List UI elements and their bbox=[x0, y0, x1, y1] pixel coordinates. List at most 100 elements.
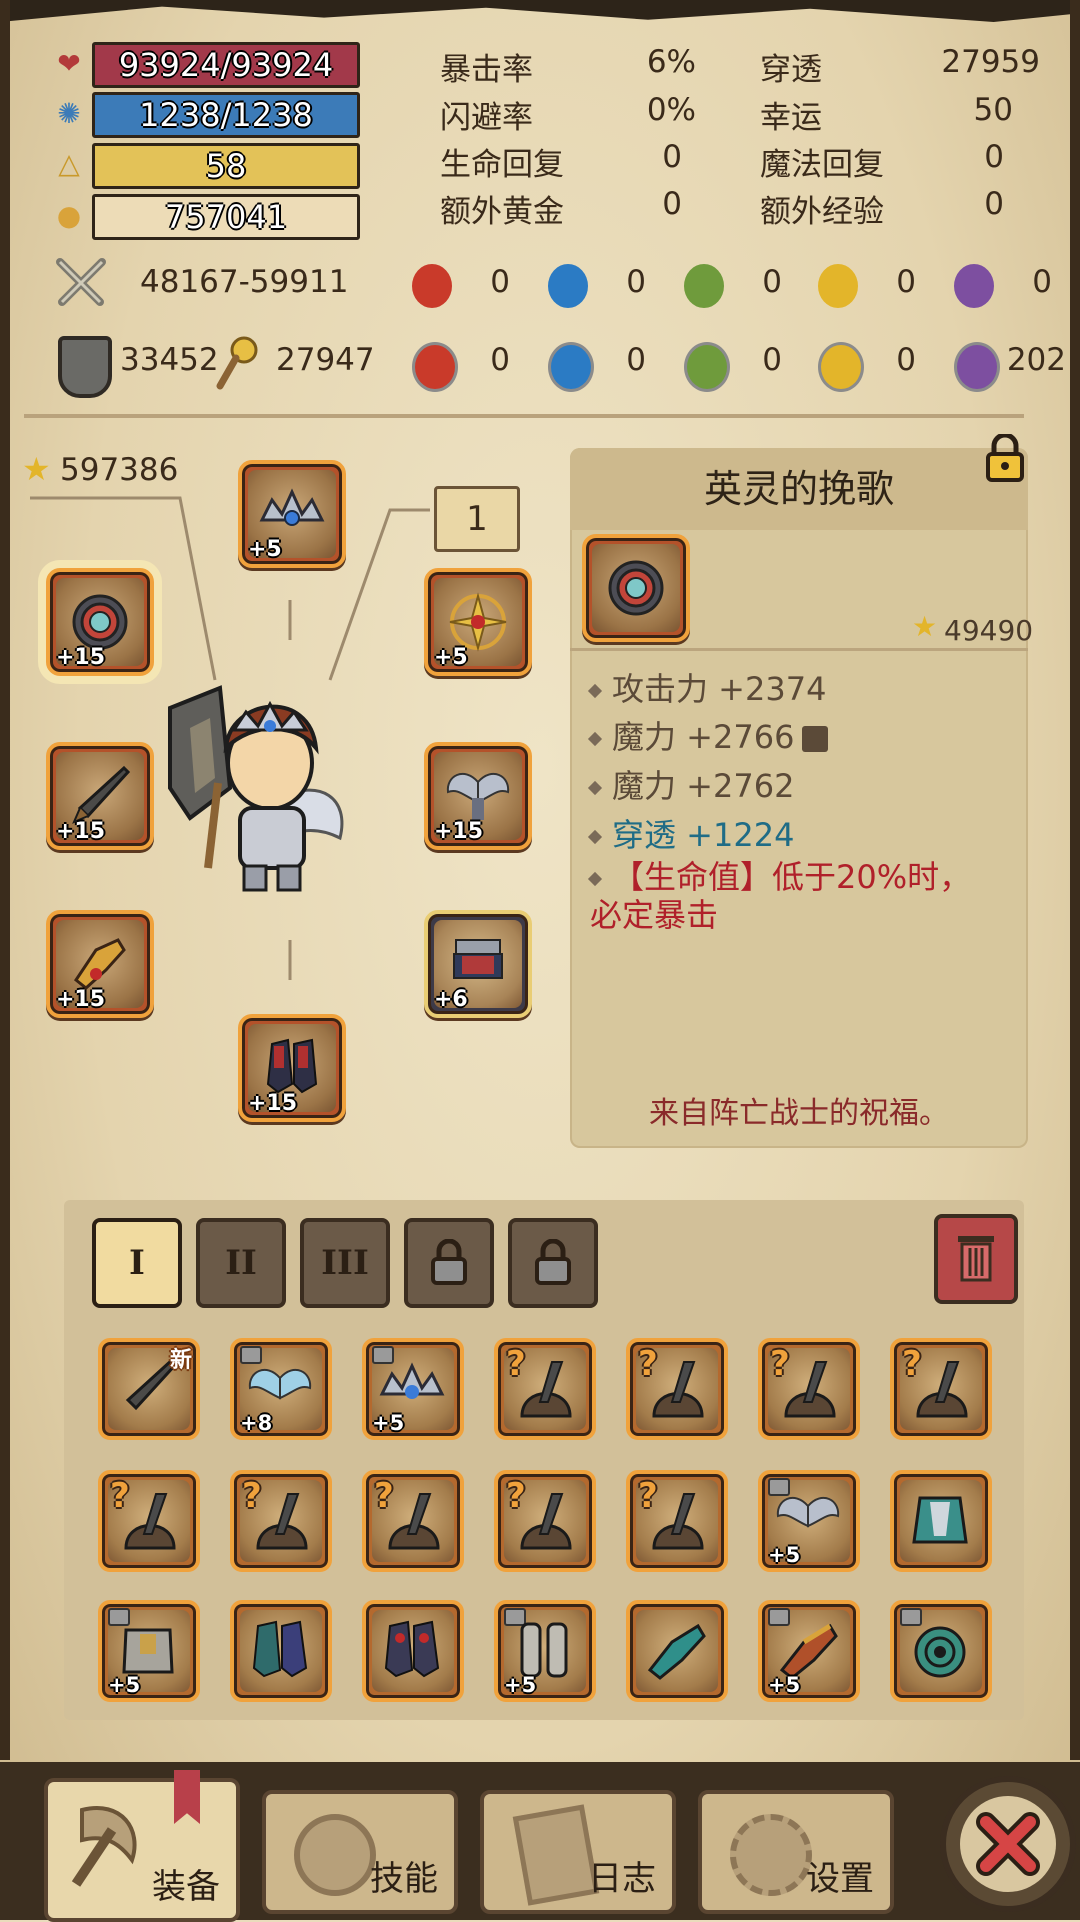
luck-label: 幸运 bbox=[760, 100, 822, 136]
bag-slot[interactable]: +5 bbox=[98, 1600, 200, 1702]
tab-bag-5-locked[interactable] bbox=[508, 1218, 598, 1308]
wings-enhance-level: +15 bbox=[434, 819, 484, 844]
gear-icon bbox=[730, 1814, 812, 1896]
attack-dark-value: 0 bbox=[1032, 264, 1052, 300]
penetration-value: 27959 bbox=[941, 44, 1040, 80]
bonus-gold-label: 额外黄金 bbox=[440, 194, 564, 230]
equip-slot-wings[interactable]: +15 bbox=[424, 742, 532, 850]
bag-slot[interactable] bbox=[230, 1600, 332, 1702]
gold-bar: 757041 bbox=[92, 194, 360, 240]
armor-value: 33452 bbox=[120, 342, 219, 378]
hammer-icon bbox=[802, 726, 829, 752]
item-special-effect: 【生命值】低于20%时，必定暴击 bbox=[587, 858, 990, 934]
equip-slot-amulet[interactable]: +5 bbox=[424, 568, 532, 676]
nav-equip-button[interactable]: 装备 bbox=[44, 1770, 240, 1922]
lock-icon[interactable] bbox=[984, 432, 1026, 482]
gauntlet-icon bbox=[647, 1623, 706, 1680]
water-icon bbox=[548, 264, 588, 308]
tab-bag-2[interactable]: II bbox=[196, 1218, 286, 1308]
bag-item-level: +5 bbox=[372, 1411, 405, 1435]
new-badge: 新 bbox=[169, 1348, 192, 1373]
bag-slot[interactable] bbox=[890, 1470, 992, 1572]
dodge-rate-label: 闪避率 bbox=[440, 100, 533, 136]
bag-slot[interactable]: +5 bbox=[362, 1338, 464, 1440]
boots-icon bbox=[252, 1620, 308, 1678]
ring-enhance-level: +15 bbox=[56, 645, 106, 670]
bag-slot-unknown[interactable]: ? bbox=[890, 1338, 992, 1440]
equip-slot-gloves[interactable]: +15 bbox=[46, 910, 154, 1018]
attack-nature-value: 0 bbox=[762, 264, 782, 300]
tab-bag-4-locked[interactable] bbox=[404, 1218, 494, 1308]
frame-right bbox=[1070, 0, 1080, 1760]
bag-slot-unknown[interactable]: ? bbox=[98, 1470, 200, 1572]
heart-icon: ❤ bbox=[57, 46, 81, 80]
bag-slot-unknown[interactable]: ? bbox=[362, 1470, 464, 1572]
skill-icon bbox=[294, 1814, 376, 1896]
gold-icon: ● bbox=[56, 198, 82, 232]
hp-value: 93924/93924 bbox=[118, 46, 334, 84]
tab-bag-3[interactable]: III bbox=[300, 1218, 390, 1308]
shield-icon bbox=[58, 336, 112, 398]
mp-regen-value: 0 bbox=[984, 139, 1004, 175]
bag-slot-unknown[interactable]: ? bbox=[494, 1338, 596, 1440]
nav-settings-button[interactable]: 设置 bbox=[698, 1790, 894, 1914]
dodge-rate-value: 0% bbox=[646, 92, 696, 128]
bag-slot[interactable]: +5 bbox=[494, 1600, 596, 1702]
star-icon: ★ bbox=[912, 610, 938, 643]
unknown-gear-icon bbox=[520, 1361, 572, 1418]
item-stat-line: 魔力 +2766 bbox=[587, 712, 829, 758]
resist-water-value: 0 bbox=[626, 342, 646, 378]
unknown-gear-icon bbox=[916, 1361, 968, 1418]
nav-skills-button[interactable]: 技能 bbox=[262, 1790, 458, 1914]
fire-icon bbox=[412, 264, 452, 308]
equip-slot-armor[interactable]: +6 bbox=[424, 910, 532, 1018]
resist-fire-value: 0 bbox=[490, 342, 510, 378]
hero-character bbox=[168, 685, 344, 892]
close-icon bbox=[976, 1812, 1040, 1876]
bag-slot[interactable] bbox=[890, 1600, 992, 1702]
bag-slot-unknown[interactable]: ? bbox=[494, 1470, 596, 1572]
equip-slot-crown[interactable]: +5 bbox=[238, 460, 346, 568]
hp-bar: 93924/93924 bbox=[92, 42, 360, 88]
bag-slot[interactable]: 新 bbox=[98, 1338, 200, 1440]
equip-slot-boots[interactable]: +15 bbox=[238, 1014, 346, 1122]
gloves-enhance-level: +15 bbox=[56, 987, 106, 1012]
close-button[interactable] bbox=[940, 1776, 1076, 1912]
armor-enhance-level: +6 bbox=[434, 987, 468, 1012]
item-stat-line: 攻击力 +2374 bbox=[587, 664, 826, 710]
crit-rate-value: 6% bbox=[646, 44, 696, 80]
bag-slot[interactable] bbox=[626, 1600, 728, 1702]
bonus-exp-label: 额外经验 bbox=[760, 194, 884, 230]
trash-button[interactable] bbox=[934, 1214, 1018, 1304]
equip-slot-weapon[interactable]: +15 bbox=[46, 742, 154, 850]
item-stat-line: 魔力 +2762 bbox=[587, 761, 794, 807]
unknown-gear-icon bbox=[124, 1493, 176, 1550]
unknown-gear-icon bbox=[652, 1361, 704, 1418]
item-detail-panel: 英灵的挽歌 ★ 49490 攻击力 +2374 魔力 +2766 魔力 +276… bbox=[570, 432, 1033, 1148]
bag-slot-unknown[interactable]: ? bbox=[758, 1338, 860, 1440]
nav-log-button[interactable]: 日志 bbox=[480, 1790, 676, 1914]
bag-item-level: +5 bbox=[108, 1673, 141, 1697]
bag-slot-unknown[interactable]: ? bbox=[230, 1470, 332, 1572]
bag-slot[interactable] bbox=[362, 1600, 464, 1702]
journal-icon bbox=[512, 1804, 600, 1906]
equip-slot-ring[interactable]: +15 bbox=[46, 568, 154, 676]
crown-enhance-level: +5 bbox=[248, 537, 282, 562]
leaf-icon bbox=[684, 264, 724, 308]
detail-divider bbox=[570, 648, 1028, 651]
bonus-gold-value: 0 bbox=[662, 186, 682, 222]
bag-slot-unknown[interactable]: ? bbox=[626, 1470, 728, 1572]
lock-icon bbox=[431, 1239, 467, 1285]
tab-bag-1[interactable]: I bbox=[92, 1218, 182, 1308]
nav-equip-label: 装备 bbox=[152, 1867, 220, 1907]
ring-icon bbox=[608, 560, 664, 616]
unknown-gear-icon bbox=[388, 1493, 440, 1550]
mana-icon: ✺ bbox=[57, 96, 81, 130]
mp-value: 1238/1238 bbox=[139, 96, 313, 134]
bag-slot[interactable]: +5 bbox=[758, 1470, 860, 1572]
amulet-icon bbox=[914, 1626, 966, 1678]
bag-slot[interactable]: +8 bbox=[230, 1338, 332, 1440]
bag-slot-unknown[interactable]: ? bbox=[626, 1338, 728, 1440]
bag-slot[interactable]: +5 bbox=[758, 1600, 860, 1702]
item-flavor-text: 来自阵亡战士的祝福。 bbox=[649, 1096, 949, 1131]
